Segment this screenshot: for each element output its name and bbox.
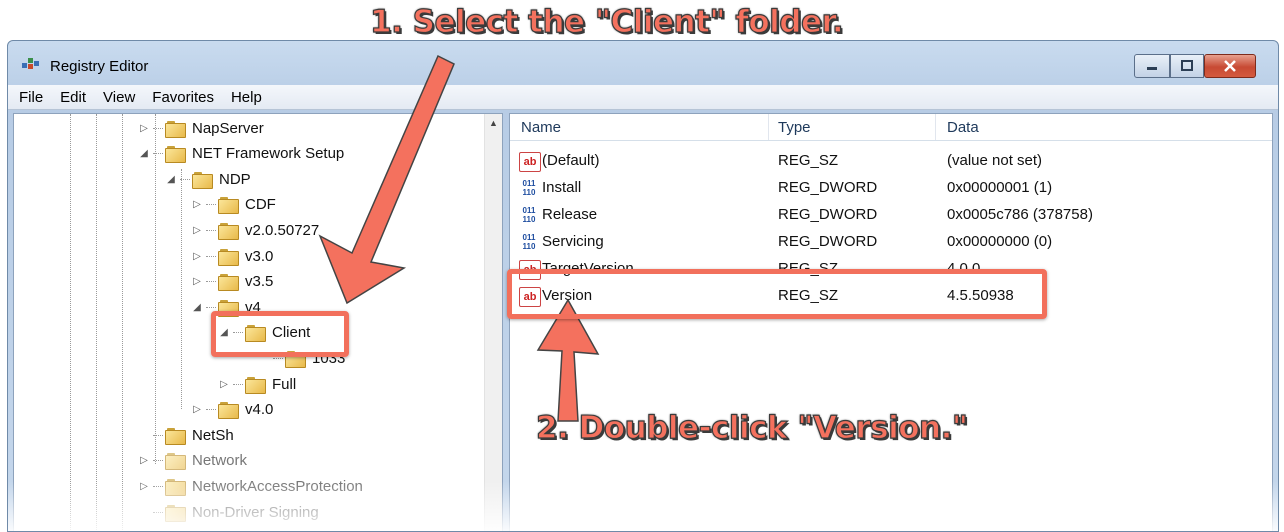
step-2-annotation: 2. Double-click "Version." (535, 409, 968, 446)
step-1-annotation: 1. Select the "Client" folder. (369, 3, 844, 40)
version-row-highlight (507, 269, 1047, 319)
client-folder-highlight (211, 311, 349, 357)
arrow-to-client-folder (318, 54, 455, 305)
